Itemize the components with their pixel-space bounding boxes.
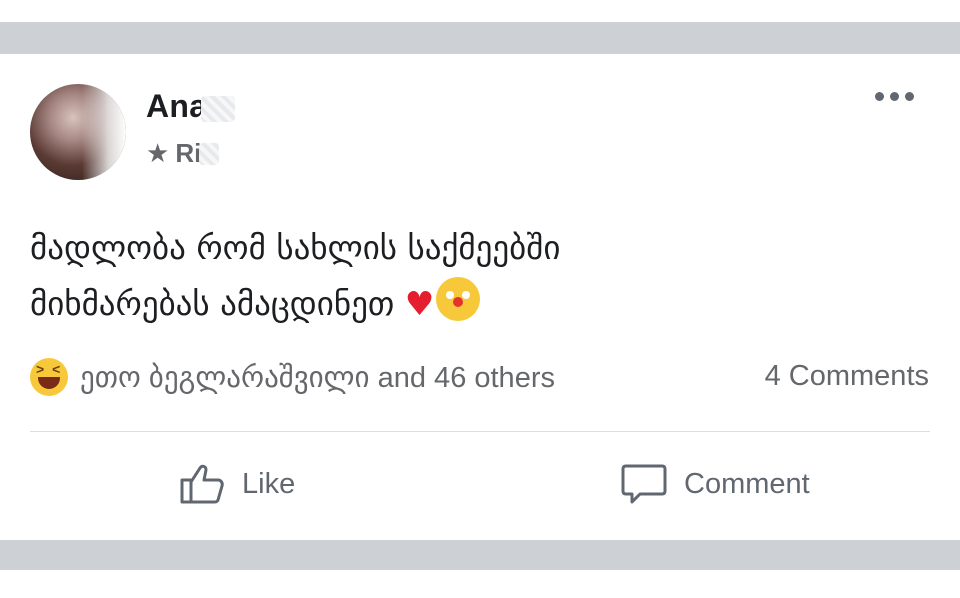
post-meta: ★ Ri xyxy=(146,138,220,169)
laugh-reaction-icon xyxy=(30,358,68,396)
star-icon: ★ xyxy=(146,138,170,168)
comment-button[interactable]: Comment xyxy=(620,460,810,508)
reactions-summary[interactable]: ეთო ბეგლარაშვილი and 46 others xyxy=(30,358,555,396)
feed-separator-top xyxy=(0,22,960,54)
like-button[interactable]: Like xyxy=(178,460,295,508)
heart-emoji: ♥ xyxy=(404,284,435,323)
post-card: Ana ★ Ri მადლობა რომ სახლის საქმეებში მი… xyxy=(0,54,960,540)
like-icon xyxy=(180,464,224,504)
meta-redaction xyxy=(199,142,220,165)
avatar-blur xyxy=(82,84,126,180)
post-text-line-1: მადლობა რომ სახლის საქმეებში xyxy=(30,228,561,267)
like-label: Like xyxy=(242,467,296,500)
comment-label: Comment xyxy=(684,467,810,500)
post-text-line-2: მიხმარებას ამაცდინეთ xyxy=(30,284,395,323)
comment-icon xyxy=(621,464,667,504)
more-options-icon[interactable] xyxy=(875,92,914,101)
post-meta-text[interactable]: Ri xyxy=(175,138,201,169)
avatar[interactable] xyxy=(30,84,126,180)
author-name[interactable]: Ana xyxy=(146,88,236,125)
comments-count[interactable]: 4 Comments xyxy=(765,360,929,393)
post-text-line-2-wrap: მიხმარებას ამაცდინეთ ♥ xyxy=(30,276,910,332)
author-name-redaction xyxy=(201,95,236,122)
bottom-background xyxy=(0,570,960,598)
author-name-text[interactable]: Ana xyxy=(146,88,207,124)
top-background xyxy=(0,0,960,22)
reactions-text[interactable]: ეთო ბეგლარაშვილი and 46 others xyxy=(80,360,555,395)
actions-divider xyxy=(30,431,930,432)
post-text: მადლობა რომ სახლის საქმეებში მიხმარებას … xyxy=(30,220,910,332)
clown-emoji xyxy=(436,277,481,321)
feed-separator-bottom xyxy=(0,540,960,570)
